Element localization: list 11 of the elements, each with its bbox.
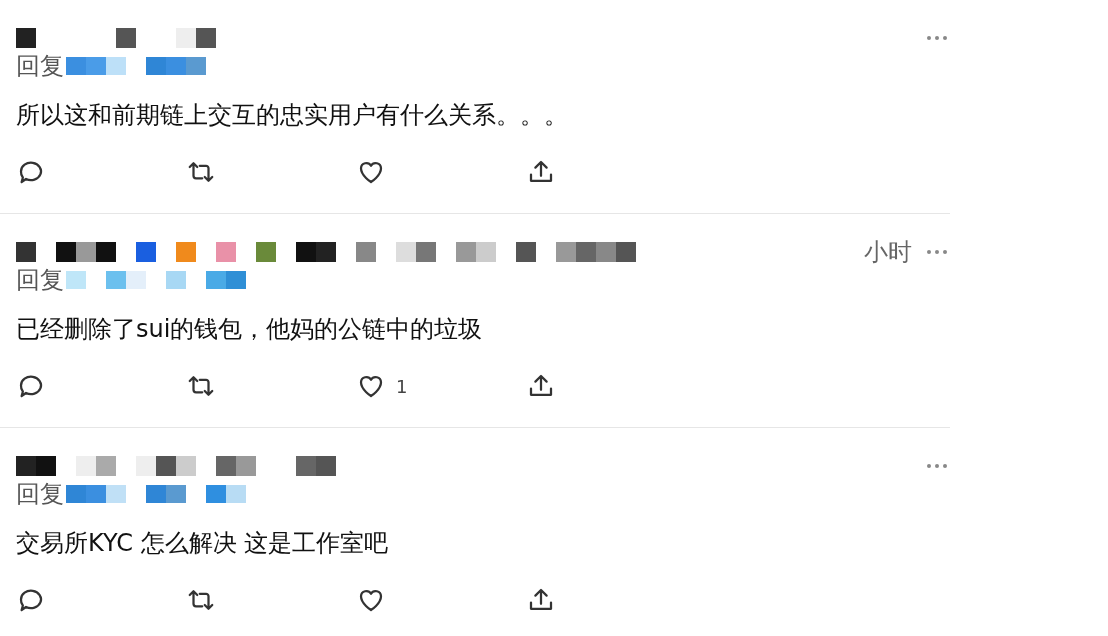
more-icon[interactable] (926, 249, 948, 255)
like-count: 1 (396, 375, 408, 397)
reply-text: 已经删除了sui的钱包，他妈的公链中的垃圾 (16, 314, 484, 345)
post-time: 小时 (864, 237, 912, 268)
reply-to-label: 回复 (16, 51, 64, 82)
reply-to-label: 回复 (16, 479, 64, 510)
reply-to-label: 回复 (16, 265, 64, 296)
reply-text: 交易所KYC 怎么解决 这是工作室吧 (16, 528, 390, 559)
more-icon[interactable] (926, 35, 948, 41)
more-icon[interactable] (926, 463, 948, 469)
reply-text: 所以这和前期链上交互的忠实用户有什么关系。。。 (16, 100, 569, 131)
